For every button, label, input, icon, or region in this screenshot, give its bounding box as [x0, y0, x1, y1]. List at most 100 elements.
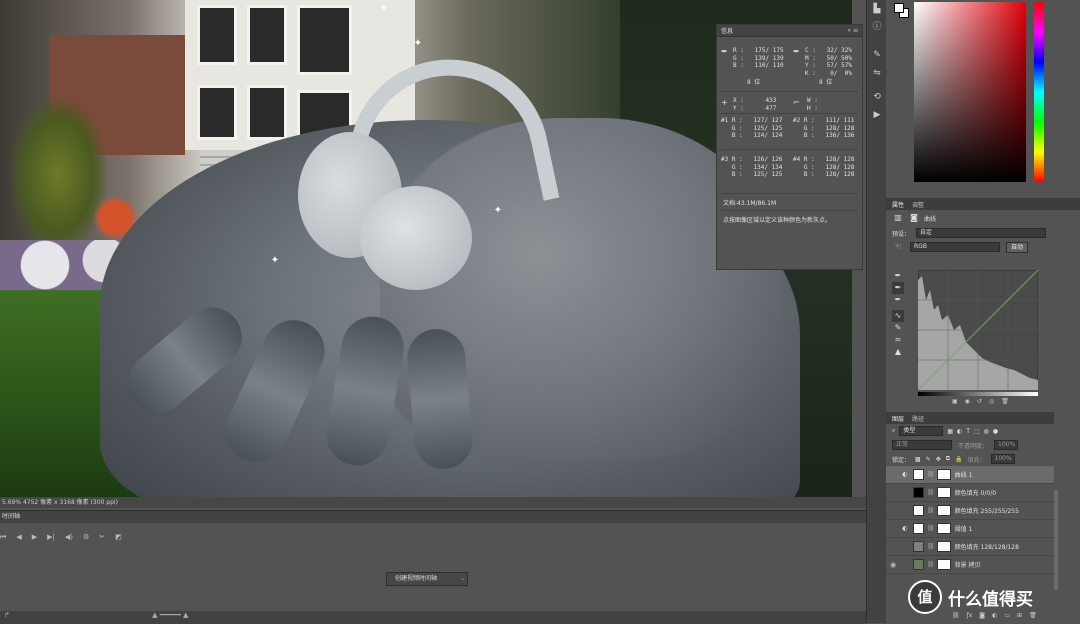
filter-shape-icon[interactable]: ⬚ — [974, 428, 980, 435]
foreground-background-swatch[interactable] — [894, 3, 910, 19]
layer-mask-icon[interactable]: ◙ — [908, 212, 920, 224]
lock-position-icon[interactable]: ✥ — [936, 456, 941, 463]
link-icon: ⛓ — [927, 543, 935, 550]
layer-thumbnail — [913, 487, 924, 498]
hue-slider[interactable] — [1034, 2, 1044, 182]
layer-mask-thumbnail[interactable] — [936, 469, 951, 480]
tab-properties[interactable]: 属性 — [892, 200, 904, 209]
timeline-controls: ⏮ ◀ ▶ ▶| ◀) ⚙ ✂ ◩ — [0, 533, 122, 542]
pencil-icon[interactable]: ✎ — [892, 322, 904, 334]
layer-list: ◐ ⛓ 曲线 1 ⛓ 颜色填充 0/0/0 ⛓ 颜色填充 255/255/255 ◐ ⛓ 阈值 1… — [886, 466, 1054, 574]
gray-point-eyedropper-icon[interactable]: ✒ — [892, 282, 904, 294]
clip-to-layer-icon[interactable]: ▣ — [952, 398, 958, 405]
brush-settings-icon[interactable]: ✎ — [867, 46, 887, 64]
filter-pixel-icon[interactable]: ▦ — [947, 428, 953, 435]
layer-row[interactable]: ◐ ⛓ 阈值 1 — [886, 520, 1054, 538]
filter-smart-icon[interactable]: ◍ — [984, 428, 989, 435]
chevron-down-icon[interactable]: ⌄ — [460, 573, 465, 585]
layer-mask-thumbnail[interactable] — [936, 541, 951, 552]
tab-adjustments[interactable]: 调整 — [912, 200, 924, 209]
convert-icon[interactable]: ↱ — [4, 611, 10, 619]
search-icon: ⌕ — [892, 427, 896, 434]
lock-transparent-icon[interactable]: ▩ — [915, 456, 921, 463]
panel-menu-icon[interactable]: » ≡ — [847, 27, 858, 34]
fill-input[interactable]: 100% — [990, 454, 1015, 464]
layer-thumbnail — [913, 559, 924, 570]
opacity-input[interactable]: 100% — [994, 440, 1019, 450]
tab-layers[interactable]: 图层 — [892, 414, 904, 423]
color-field[interactable] — [914, 2, 1026, 182]
visibility-icon[interactable]: ◎ — [989, 398, 994, 405]
cmyk-readout: C : 32/ 32% M : 50/ 50% Y : 57/ 57% K : … — [805, 47, 852, 77]
transition-icon[interactable]: ◩ — [115, 533, 122, 542]
zoom-slider-icon[interactable]: ▲ ━━━━━ ▲ — [152, 611, 188, 619]
filter-type-icon[interactable]: T — [966, 428, 970, 435]
auto-button[interactable]: 自动 — [1006, 241, 1029, 253]
info-panel: 信息 » ≡ ✒ R : 175/ 175 G : 139/ 139 B : 1… — [716, 24, 863, 270]
reset-icon[interactable]: ↺ — [977, 398, 982, 405]
smooth-icon[interactable]: ≈ — [892, 334, 904, 346]
settings-gear-icon[interactable]: ⚙ — [83, 533, 89, 542]
first-frame-icon[interactable]: ⏮ — [0, 533, 6, 542]
view-previous-icon[interactable]: ◉ — [965, 398, 970, 405]
white-point-eyedropper-icon[interactable]: ✒ — [892, 294, 904, 306]
layer-row[interactable]: ⛓ 颜色填充 0/0/0 — [886, 484, 1054, 502]
channel-select[interactable]: RGB — [910, 242, 1000, 252]
properties-tabbar: 属性 调整 — [886, 198, 1080, 210]
layer-row[interactable]: ⛓ 颜色填充 128/128/128 — [886, 538, 1054, 556]
histogram-icon[interactable]: ▙ — [867, 0, 887, 18]
layer-mask-thumbnail[interactable] — [936, 505, 951, 516]
blend-mode-select[interactable]: 正常 — [892, 440, 952, 450]
sampler-3-readout: #3 R : 126/ 126 G : 134/ 134 B : 125/ 12… — [721, 156, 783, 178]
curve-graph[interactable] — [918, 270, 1038, 390]
color-sampler-marker[interactable]: ✦ — [412, 38, 424, 50]
black-point-eyedropper-icon[interactable]: ✒ — [892, 270, 904, 282]
layer-mask-thumbnail[interactable] — [936, 559, 951, 570]
layer-mask-thumbnail[interactable] — [936, 487, 951, 498]
color-sampler-marker[interactable]: ✦ — [378, 3, 390, 15]
split-scissors-icon[interactable]: ✂ — [99, 533, 105, 542]
document-size: 文档:43.1M/86.1M — [723, 200, 777, 207]
link-icon: ⛓ — [927, 561, 935, 568]
curve-point-tool-icon[interactable]: ∿ — [892, 310, 904, 322]
target-adjust-icon[interactable]: ☜ — [892, 241, 904, 253]
adjustments-icon[interactable]: ⇋ — [867, 64, 887, 82]
layer-filter-select[interactable]: 类型 — [899, 426, 944, 436]
layer-mask-thumbnail[interactable] — [936, 523, 951, 534]
delete-icon[interactable]: 🗑 — [1001, 398, 1009, 405]
filter-adjustment-icon[interactable]: ◐ — [957, 428, 962, 435]
history-icon[interactable]: ⟲ — [867, 88, 887, 106]
layer-row[interactable]: ◐ ⛓ 曲线 1 — [886, 466, 1054, 484]
layer-row[interactable]: ⛓ 颜色填充 255/255/255 — [886, 502, 1054, 520]
tab-paths[interactable]: 路径 — [912, 414, 924, 423]
info-panel-header[interactable]: 信息 » ≡ — [717, 25, 862, 37]
create-video-timeline-button[interactable]: 创建视频时间轴 ⌄ — [386, 572, 468, 586]
visibility-eye-icon[interactable]: ◉ — [886, 561, 900, 569]
curves-adjustment-icon: ▥ — [894, 213, 902, 222]
color-sampler-marker[interactable]: ✦ — [269, 255, 281, 267]
lock-row: 锁定： ▩ ✎ ✥ ⧉ 🔒 填充： 100% — [886, 452, 1054, 466]
lock-all-icon[interactable]: 🔒 — [955, 456, 962, 463]
sampler-4-readout: #4 R : 128/ 128 G : 128/ 128 B : 128/ 12… — [793, 156, 855, 178]
xy-readout: X : 433 Y : 477 — [733, 97, 777, 112]
actions-play-icon[interactable]: ▶ — [867, 106, 887, 124]
preset-select[interactable]: 自定 — [916, 228, 1047, 238]
layer-row[interactable]: ◉ ⛓ 背景 拷贝 — [886, 556, 1054, 574]
filter-toggle-icon[interactable]: ● — [993, 428, 998, 435]
watermark-logo: 值 — [908, 580, 942, 614]
next-frame-icon[interactable]: ▶| — [47, 533, 55, 542]
color-sampler-marker[interactable]: ✦ — [492, 205, 504, 217]
lock-artboard-icon[interactable]: ⧉ — [946, 455, 950, 463]
clip-warning-icon[interactable]: ▲ — [892, 346, 904, 358]
prev-frame-icon[interactable]: ◀ — [16, 533, 21, 542]
adjustment-name: 曲线 — [924, 215, 937, 223]
audio-icon[interactable]: ◀) — [65, 533, 73, 542]
lock-paint-icon[interactable]: ✎ — [926, 456, 931, 463]
photo-headphone-cup-right — [360, 186, 472, 290]
panel-icon-strip: ▙ ⓘ ✎ ⇋ ⟲ ▶ — [866, 0, 886, 623]
watermark-text: 什么值得买 — [948, 589, 1033, 610]
play-icon[interactable]: ▶ — [32, 533, 37, 542]
info-icon[interactable]: ⓘ — [867, 18, 887, 36]
rgb-bit-depth: 8 位 — [747, 79, 761, 86]
layers-scrollbar[interactable] — [1054, 490, 1058, 590]
